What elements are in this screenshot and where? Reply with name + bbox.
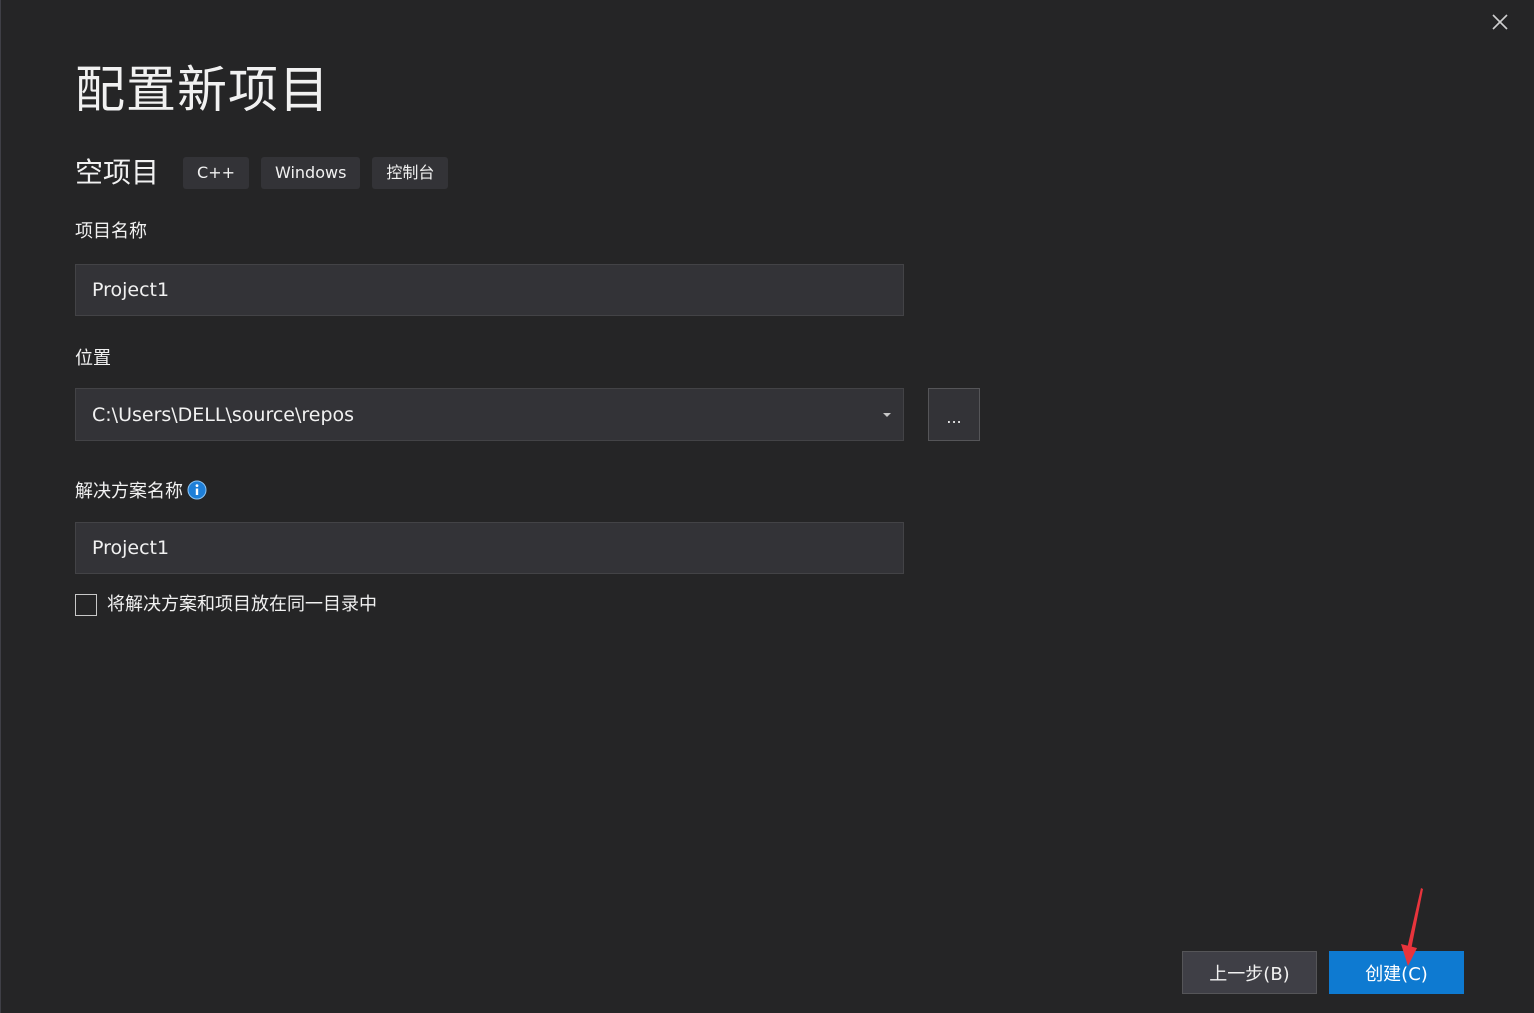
location-combobox[interactable]: C:\Users\DELL\source\repos (75, 388, 904, 441)
project-name-input[interactable] (75, 264, 904, 316)
same-directory-label[interactable]: 将解决方案和项目放在同一目录中 (107, 592, 377, 618)
same-directory-checkbox[interactable] (75, 594, 97, 616)
template-name: 空项目 (75, 156, 160, 189)
solution-name-label-row: 解决方案名称 (75, 480, 207, 504)
browse-button[interactable]: ... (928, 388, 980, 441)
same-directory-option[interactable]: 将解决方案和项目放在同一目录中 (75, 592, 377, 618)
page-title: 配置新项目 (75, 61, 330, 119)
create-button[interactable]: 创建(C) (1329, 951, 1464, 994)
solution-name-input[interactable] (75, 522, 904, 574)
location-label: 位置 (75, 348, 111, 369)
location-value: C:\Users\DELL\source\repos (92, 403, 355, 426)
tag-platform: Windows (261, 157, 361, 189)
dropdown-arrow-icon[interactable] (875, 403, 899, 427)
info-icon[interactable] (187, 480, 207, 500)
back-button[interactable]: 上一步(B) (1182, 951, 1317, 994)
close-button[interactable] (1488, 10, 1512, 34)
project-name-label: 项目名称 (75, 221, 147, 242)
close-icon (1492, 14, 1508, 30)
configure-project-dialog: 配置新项目 空项目 C++ Windows 控制台 项目名称 位置 C:\Use… (0, 0, 1534, 1013)
template-summary: 空项目 C++ Windows 控制台 (75, 155, 460, 191)
tag-project-type: 控制台 (372, 157, 449, 189)
solution-name-label: 解决方案名称 (75, 481, 183, 502)
tag-language: C++ (183, 157, 249, 189)
